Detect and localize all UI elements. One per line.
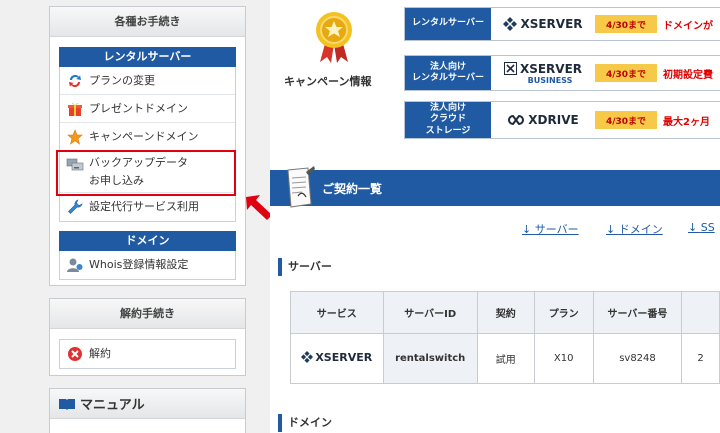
column-header: サーバー番号 bbox=[592, 291, 683, 334]
anchor-link-domain[interactable]: ↓ ドメイン bbox=[606, 221, 663, 237]
book-icon bbox=[58, 397, 76, 411]
category-line-2: レンタルサーバー bbox=[412, 73, 484, 83]
campaign-row-xserver-business[interactable]: 法人向け レンタルサーバー XSERVER BUSINESS 4/30まで 初期設… bbox=[404, 55, 720, 91]
category-line-2: クラウド bbox=[429, 114, 466, 125]
cancellation-title: 解約手続き bbox=[50, 299, 245, 329]
campaign-category: 法人向け レンタルサーバー bbox=[405, 56, 491, 90]
service-name: XSERVER bbox=[315, 350, 373, 364]
refresh-arrows-icon bbox=[66, 72, 84, 90]
campaign-category: レンタルサーバー bbox=[405, 8, 491, 40]
anchor-label: サーバー bbox=[534, 223, 579, 236]
anchor-label: SS bbox=[700, 221, 715, 234]
expiry-cell: 2 bbox=[681, 333, 720, 384]
menu-item-campaign-domain[interactable]: キャンペーンドメイン bbox=[60, 123, 235, 151]
category-line-1: 法人向け bbox=[429, 103, 466, 114]
menu-item-label: プレゼントドメイン bbox=[89, 101, 188, 115]
brand-sub: BUSINESS bbox=[527, 75, 573, 85]
anchor-label: ドメイン bbox=[618, 223, 663, 236]
menu-item-label: プランの変更 bbox=[89, 73, 155, 87]
menu-item-plan-change[interactable]: プランの変更 bbox=[60, 67, 235, 95]
xserver-mark-icon bbox=[301, 351, 314, 364]
campaign-date-badge: 4/30まで bbox=[595, 15, 657, 33]
cancel-icon bbox=[66, 345, 84, 363]
xdrive-mark-icon bbox=[508, 114, 525, 126]
rental-server-section: レンタルサーバー bbox=[59, 47, 236, 67]
menu-item-whois[interactable]: Whois登録情報設定 bbox=[60, 251, 235, 279]
column-header bbox=[681, 291, 720, 334]
menu-item-cancel[interactable]: 解約 bbox=[60, 340, 235, 368]
brand-name: XSERVER bbox=[519, 61, 583, 76]
xserver-logo: XSERVER bbox=[491, 8, 595, 40]
user-icon bbox=[66, 256, 84, 274]
campaign-row-xserver[interactable]: レンタルサーバー XSERVER 4/30まで ドメインが bbox=[404, 7, 720, 41]
menu-item-present-domain[interactable]: プレゼントドメイン bbox=[60, 95, 235, 123]
gift-icon bbox=[66, 100, 84, 118]
menu-item-label: Whois登録情報設定 bbox=[89, 258, 189, 272]
xserver-box-icon bbox=[503, 62, 517, 75]
campaign-offer: 最大2ヶ月 bbox=[663, 116, 710, 128]
plan-cell: X10 bbox=[533, 333, 594, 384]
menu-item-setup-service[interactable]: 設定代行サービス利用 bbox=[60, 193, 235, 221]
domain-menu: Whois登録情報設定 bbox=[59, 251, 236, 280]
campaign-row-xdrive[interactable]: 法人向け クラウド ストレージ XDRIVE 4/30まで 最大2ヶ月 bbox=[404, 101, 720, 139]
menu-item-label: 設定代行サービス利用 bbox=[89, 200, 199, 214]
domain-section: ドメイン bbox=[59, 231, 236, 251]
xserver-business-logo: XSERVER BUSINESS bbox=[491, 56, 595, 90]
xserver-mark-icon bbox=[503, 17, 518, 31]
column-header: 契約 bbox=[476, 291, 535, 334]
contract-cell: 試用 bbox=[476, 333, 535, 384]
server-number-cell: sv8248 bbox=[592, 333, 683, 384]
service-cell: XSERVER bbox=[290, 333, 384, 384]
category-line-3: ストレージ bbox=[425, 125, 471, 136]
menu-item-label: 解約 bbox=[89, 347, 111, 361]
domain-section-title: ドメイン bbox=[278, 414, 332, 432]
brand-name: XDRIVE bbox=[528, 113, 579, 127]
contract-list-header: ご契約一覧 bbox=[270, 170, 720, 206]
star-icon bbox=[66, 128, 84, 146]
procedures-title: 各種お手続き bbox=[50, 7, 245, 37]
campaign-date-badge: 4/30まで bbox=[595, 111, 657, 129]
campaign-offer: 初期設定費 bbox=[663, 69, 713, 81]
wrench-icon bbox=[66, 198, 84, 216]
column-header: サーバーID bbox=[382, 291, 478, 334]
server-section-title: サーバー bbox=[278, 258, 332, 276]
table-row: XSERVER rentalswitch 試用 X10 sv8248 2 bbox=[290, 333, 720, 384]
campaign-offer: ドメインが bbox=[663, 20, 713, 32]
main-content: キャンペーン情報 レンタルサーバー XSERVER 4/30まで ドメインが 法… bbox=[270, 0, 720, 433]
rental-server-menu: プランの変更 プレゼントドメイン キャンペーンドメイン バックアップデータ お申… bbox=[59, 67, 236, 222]
brand-name: XSERVER bbox=[520, 17, 583, 31]
campaign-category: 法人向け クラウド ストレージ bbox=[405, 102, 491, 138]
server-table: サービス サーバーID 契約 プラン サーバー番号 XSERVER rental… bbox=[290, 291, 720, 384]
contract-list-title: ご契約一覧 bbox=[322, 182, 383, 196]
manual-title: マニュアル bbox=[80, 398, 145, 413]
procedures-panel: 各種お手続き レンタルサーバー プランの変更 プレゼントドメイン キャンペーンド… bbox=[49, 6, 246, 286]
manual-header[interactable]: マニュアル bbox=[50, 389, 245, 419]
campaign-info: キャンペーン情報 bbox=[270, 0, 395, 145]
xdrive-logo: XDRIVE bbox=[491, 102, 595, 138]
campaign-date-badge: 4/30まで bbox=[595, 64, 657, 82]
campaign-label: キャンペーン情報 bbox=[284, 75, 372, 88]
award-medal-icon bbox=[316, 12, 352, 63]
manual-panel: マニュアル bbox=[49, 388, 246, 433]
cancellation-panel: 解約手続き 解約 bbox=[49, 298, 246, 376]
column-header: サービス bbox=[290, 291, 384, 334]
column-header: プラン bbox=[533, 291, 594, 334]
cancellation-menu: 解約 bbox=[59, 339, 236, 369]
anchor-link-server[interactable]: ↓ サーバー bbox=[522, 221, 579, 237]
category-line-1: 法人向け bbox=[429, 61, 466, 72]
anchor-link-ssl[interactable]: ↓ SS bbox=[688, 221, 715, 234]
backup-highlight-box bbox=[56, 150, 236, 196]
contract-document-icon bbox=[287, 166, 315, 208]
menu-item-label: キャンペーンドメイン bbox=[89, 129, 199, 143]
server-id-cell: rentalswitch bbox=[382, 333, 478, 384]
